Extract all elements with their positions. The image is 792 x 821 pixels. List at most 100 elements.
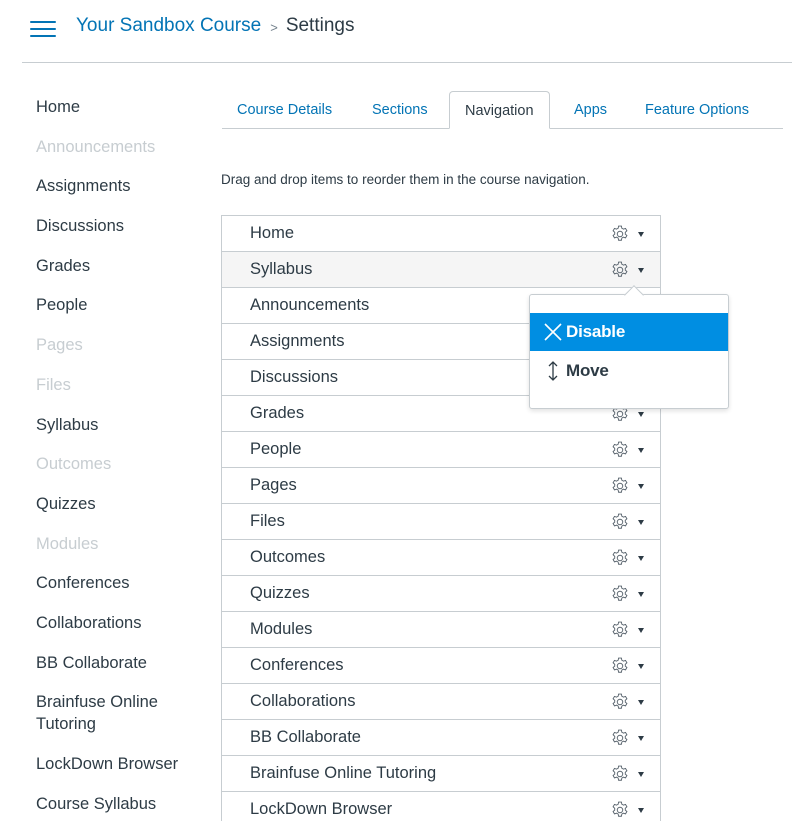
navigation-item-label: Announcements xyxy=(250,296,370,314)
sidebar-item-outcomes[interactable]: Outcomes xyxy=(36,453,206,475)
navigation-item-label: Syllabus xyxy=(250,260,313,278)
navigation-list-item[interactable]: Home xyxy=(222,216,660,252)
tab-navigation[interactable]: Navigation xyxy=(449,91,550,129)
caret-down-icon xyxy=(638,412,644,417)
gear-icon xyxy=(610,224,630,244)
gear-icon xyxy=(610,764,630,784)
navigation-list-item[interactable]: Pages xyxy=(222,468,660,504)
navigation-item-label: BB Collaborate xyxy=(250,728,361,746)
navigation-list-item[interactable]: People xyxy=(222,432,660,468)
navigation-item-label: Quizzes xyxy=(250,584,310,602)
item-settings-button[interactable] xyxy=(610,692,650,712)
tab-feature-options[interactable]: Feature Options xyxy=(645,91,749,129)
navigation-item-label: Home xyxy=(250,224,295,242)
gear-icon xyxy=(610,728,630,748)
item-settings-button[interactable] xyxy=(610,512,650,532)
breadcrumb: Your Sandbox Course > Settings xyxy=(76,15,354,37)
sidebar-item-brainfuse-online-tutoring[interactable]: Brainfuse Online Tutoring xyxy=(36,691,206,735)
updown-arrow-icon xyxy=(542,360,564,382)
caret-down-icon xyxy=(638,448,644,453)
navigation-list-item[interactable]: Collaborations xyxy=(222,684,660,720)
navigation-list-item[interactable]: BB Collaborate xyxy=(222,720,660,756)
sidebar-item-pages[interactable]: Pages xyxy=(36,334,206,356)
navigation-item-label: People xyxy=(250,440,302,458)
navigation-list-item[interactable]: Modules xyxy=(222,612,660,648)
disable-label: Disable xyxy=(566,322,626,341)
navigation-list-item[interactable]: Syllabus xyxy=(222,252,660,288)
sidebar-item-grades[interactable]: Grades xyxy=(36,255,206,277)
tab-apps[interactable]: Apps xyxy=(574,91,607,129)
sidebar-item-discussions[interactable]: Discussions xyxy=(36,215,206,237)
sidebar-item-home[interactable]: Home xyxy=(36,96,206,118)
navigation-list-item[interactable]: Brainfuse Online Tutoring xyxy=(222,756,660,792)
tab-course-details[interactable]: Course Details xyxy=(237,91,332,129)
navigation-item-label: Brainfuse Online Tutoring xyxy=(250,764,437,782)
navigation-item-label: Assignments xyxy=(250,332,345,350)
navigation-item-label: Conferences xyxy=(250,656,344,674)
settings-tabs: Course Details Sections Navigation Apps Feat… xyxy=(222,91,783,129)
sidebar-item-announcements[interactable]: Announcements xyxy=(36,136,206,158)
x-icon xyxy=(542,321,564,343)
sidebar-item-modules[interactable]: Modules xyxy=(36,533,206,555)
navigation-item-label: Pages xyxy=(250,476,297,494)
hamburger-menu-icon[interactable] xyxy=(30,21,56,38)
sidebar-item-lockdown-browser[interactable]: LockDown Browser xyxy=(36,753,206,775)
navigation-instructions: Drag and drop items to reorder them in t… xyxy=(221,172,590,187)
caret-down-icon xyxy=(638,556,644,561)
caret-down-icon xyxy=(638,232,644,237)
item-settings-button[interactable] xyxy=(610,440,650,460)
item-settings-button[interactable] xyxy=(610,260,650,280)
move-menu-item[interactable]: Move xyxy=(530,352,728,390)
sidebar-item-course-syllabus[interactable]: Course Syllabus xyxy=(36,793,206,815)
item-settings-button[interactable] xyxy=(610,548,650,568)
navigation-list-item[interactable]: Quizzes xyxy=(222,576,660,612)
navigation-list-item[interactable]: Outcomes xyxy=(222,540,660,576)
course-navigation-sidebar: Home Announcements Assignments Discussions G… xyxy=(36,96,206,815)
sidebar-item-collaborations[interactable]: Collaborations xyxy=(36,612,206,634)
caret-down-icon xyxy=(638,484,644,489)
gear-icon xyxy=(610,548,630,568)
breadcrumb-course-link[interactable]: Your Sandbox Course xyxy=(76,15,261,37)
disable-menu-item[interactable]: Disable xyxy=(530,313,728,351)
gear-icon xyxy=(610,512,630,532)
item-settings-popover-menu: Disable Move xyxy=(529,284,729,409)
gear-icon xyxy=(610,584,630,604)
navigation-item-label: Outcomes xyxy=(250,548,326,566)
sidebar-item-people[interactable]: People xyxy=(36,294,206,316)
gear-icon xyxy=(610,656,630,676)
caret-down-icon xyxy=(638,268,644,273)
navigation-item-label: LockDown Browser xyxy=(250,800,393,818)
sidebar-item-syllabus[interactable]: Syllabus xyxy=(36,414,206,436)
gear-icon xyxy=(610,476,630,496)
item-settings-button[interactable] xyxy=(610,800,650,820)
caret-down-icon xyxy=(638,664,644,669)
global-header: Your Sandbox Course > Settings xyxy=(0,0,792,62)
breadcrumb-current-page: Settings xyxy=(285,15,355,36)
caret-down-icon xyxy=(638,592,644,597)
sidebar-item-conferences[interactable]: Conferences xyxy=(36,572,206,594)
item-settings-button[interactable] xyxy=(610,584,650,604)
gear-icon xyxy=(610,692,630,712)
item-settings-button[interactable] xyxy=(610,764,650,784)
sidebar-item-files[interactable]: Files xyxy=(36,374,206,396)
breadcrumb-separator-icon: > xyxy=(270,19,278,35)
navigation-list-item[interactable]: LockDown Browser xyxy=(222,792,660,821)
navigation-list-item[interactable]: Conferences xyxy=(222,648,660,684)
caret-down-icon xyxy=(638,628,644,633)
navigation-item-label: Files xyxy=(250,512,285,530)
sidebar-item-bb-collaborate[interactable]: BB Collaborate xyxy=(36,652,206,674)
item-settings-button[interactable] xyxy=(610,620,650,640)
sidebar-item-quizzes[interactable]: Quizzes xyxy=(36,493,206,515)
navigation-item-label: Discussions xyxy=(250,368,339,386)
item-settings-button[interactable] xyxy=(610,224,650,244)
item-settings-button[interactable] xyxy=(610,476,650,496)
item-settings-button[interactable] xyxy=(610,656,650,676)
sidebar-item-assignments[interactable]: Assignments xyxy=(36,175,206,197)
caret-down-icon xyxy=(638,772,644,777)
navigation-list-item[interactable]: Files xyxy=(222,504,660,540)
header-divider xyxy=(22,62,792,63)
tab-sections[interactable]: Sections xyxy=(372,91,428,129)
navigation-item-label: Grades xyxy=(250,404,305,422)
item-settings-button[interactable] xyxy=(610,728,650,748)
gear-icon xyxy=(610,260,630,280)
